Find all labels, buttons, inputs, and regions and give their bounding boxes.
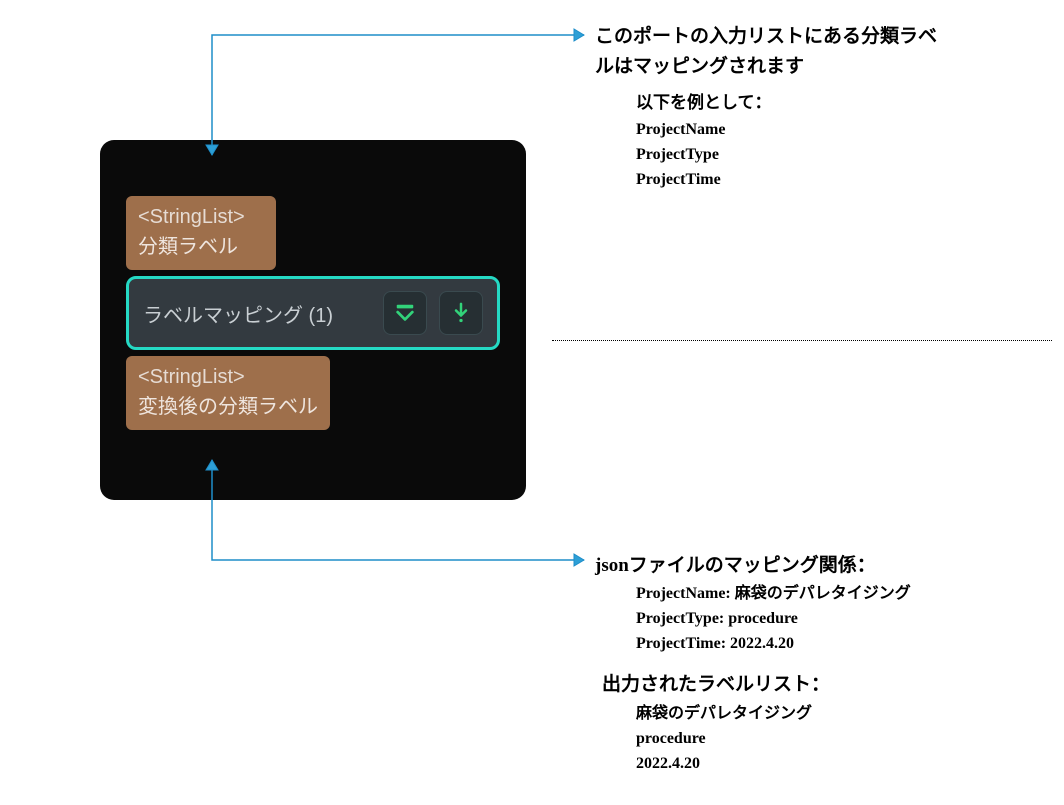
callout-top-subheading: 以下を例として：: [636, 88, 772, 113]
list-item: ProjectTime: 2022.4.20: [636, 632, 911, 657]
json-mapping-heading: jsonファイルのマッピング関係：: [595, 550, 876, 577]
list-item: 麻袋のデパレタイジング: [636, 702, 812, 727]
callout-top-heading-line2: ルはマッピングされます: [595, 52, 1045, 82]
list-item: ProjectName: [636, 118, 725, 143]
list-item: procedure: [636, 727, 812, 752]
callout-top-heading-line1: このポートの入力リストにある分類ラベ: [595, 22, 1045, 52]
callout-top-heading: このポートの入力リストにある分類ラベ ルはマッピングされます: [595, 22, 1045, 83]
list-item: ProjectTime: [636, 168, 725, 193]
list-item: ProjectName: 麻袋のデパレタイジング: [636, 582, 911, 607]
list-item: 2022.4.20: [636, 752, 812, 777]
connector-bottom: [0, 0, 1064, 805]
list-item: ProjectType: [636, 143, 725, 168]
output-list-heading: 出力されたラベルリスト：: [602, 670, 830, 700]
divider: [552, 340, 1052, 341]
output-list: 麻袋のデパレタイジング procedure 2022.4.20: [636, 702, 812, 776]
list-item: ProjectType: procedure: [636, 607, 911, 632]
json-mapping-list: ProjectName: 麻袋のデパレタイジング ProjectType: pr…: [636, 582, 911, 656]
callout-top-list: ProjectName ProjectType ProjectTime: [636, 118, 725, 192]
